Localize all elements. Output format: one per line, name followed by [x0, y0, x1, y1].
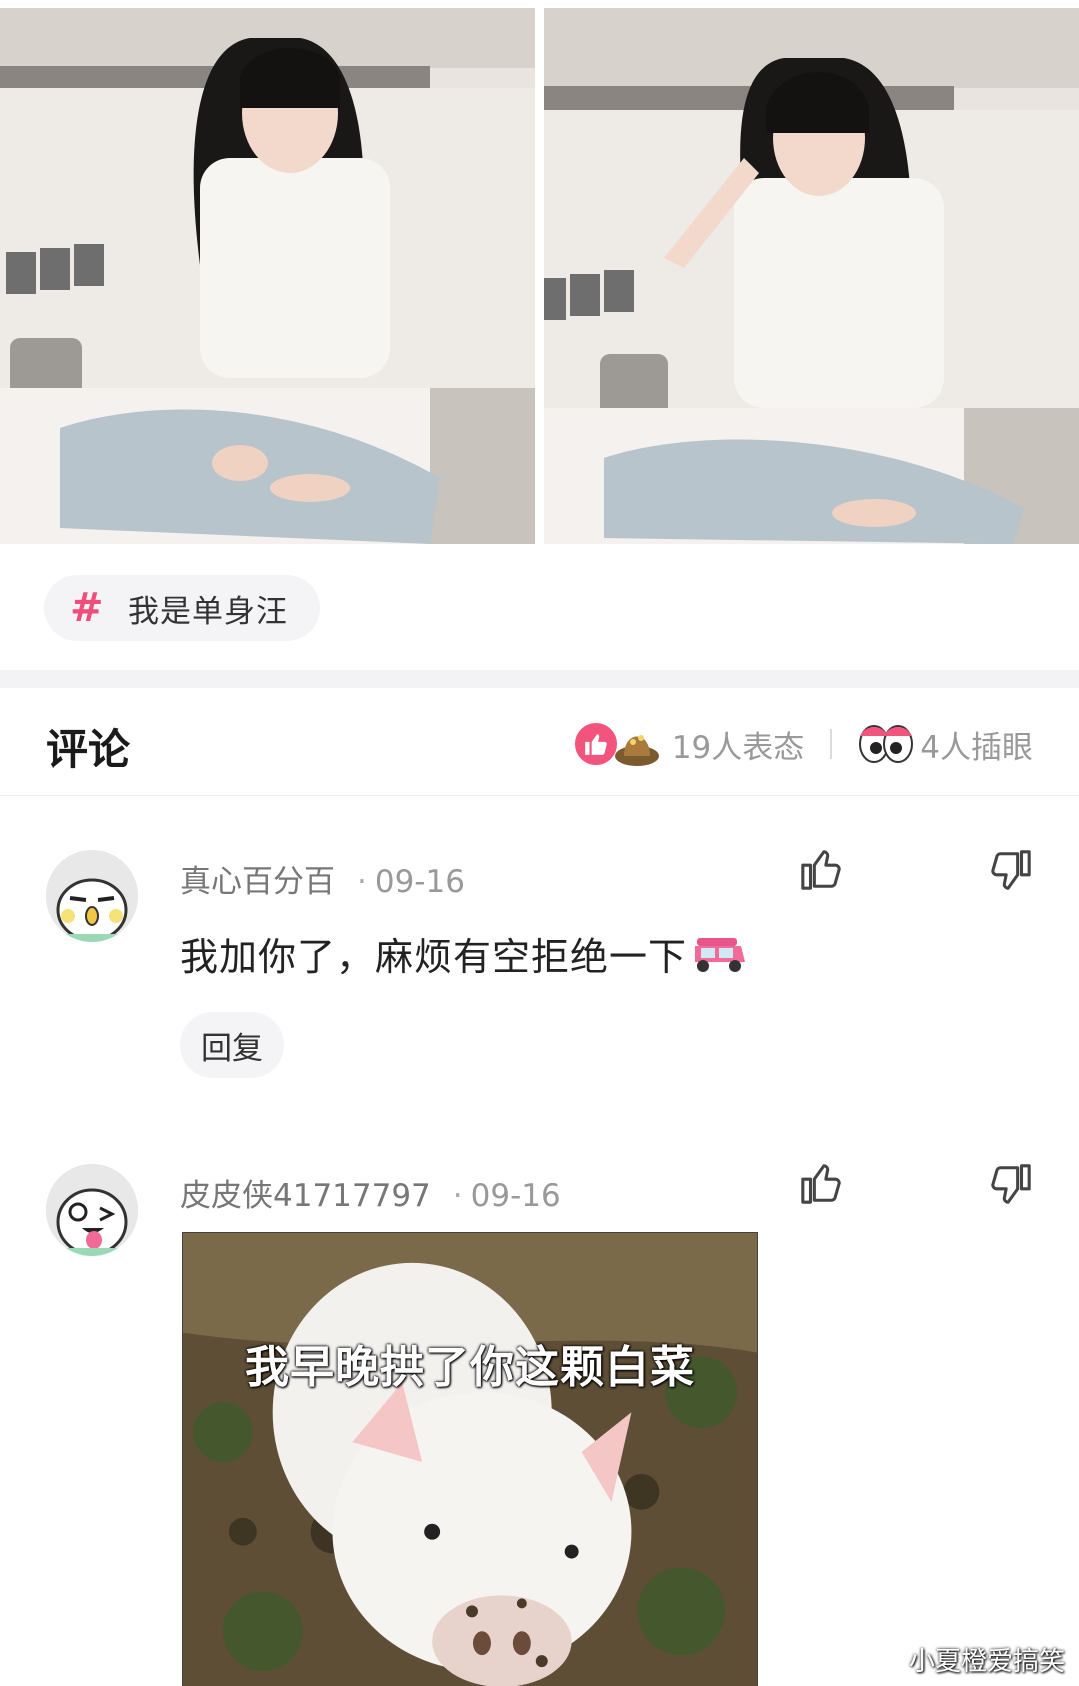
tuktuk-emoji-icon [695, 937, 746, 972]
comment-meta: 皮皮侠41717797 · 09-16 [180, 1170, 561, 1215]
photo-illustration [0, 8, 535, 544]
comment-sticker-image[interactable]: 我早晚拱了你这颗白菜 [182, 1232, 758, 1686]
comments-header: 评论 19人表态 4人插眼 [0, 688, 1079, 796]
comment-date: 09-16 [470, 1178, 561, 1214]
reaction-count: 19人表态 [671, 729, 805, 766]
comment-item: 皮皮侠41717797 · 09-16 我早晚拱了你这颗白菜 [0, 1160, 1079, 1686]
avatar[interactable] [46, 1164, 138, 1256]
pig-reaction-icon [612, 718, 662, 768]
dislike-icon[interactable] [987, 1162, 1033, 1208]
hashtag-icon: # [70, 585, 104, 631]
avatar-illustration [46, 850, 138, 942]
reply-button[interactable]: 回复 [180, 1012, 284, 1078]
comment-body: 我加你了，麻烦有空拒绝一下 [180, 935, 688, 979]
comment-text: 我加你了，麻烦有空拒绝一下 [180, 926, 747, 981]
comment-username[interactable]: 皮皮侠41717797 [180, 1178, 431, 1214]
avatar-illustration [46, 1164, 138, 1256]
comment-meta: 真心百分百 · 09-16 [180, 856, 465, 901]
dislike-icon[interactable] [987, 848, 1033, 894]
watermark: 小夏橙爱搞笑 [908, 1647, 1065, 1677]
post-photo-1[interactable] [0, 8, 535, 544]
like-icon[interactable] [799, 846, 845, 892]
reactions-summary[interactable]: 19人表态 4人插眼 [571, 718, 1033, 770]
topic-tag[interactable]: # 我是单身汪 [44, 575, 320, 641]
comment-item: 真心百分百 · 09-16 我加你了，麻烦有空拒绝一下 回复 [0, 846, 1079, 1106]
comments-title: 评论 [46, 725, 131, 774]
sticker-caption: 我早晚拱了你这颗白菜 [245, 1342, 695, 1393]
meta-dot: · [357, 864, 367, 900]
photo-illustration [544, 8, 1079, 544]
eyes-icon [859, 725, 914, 763]
header-divider [830, 729, 833, 759]
post-photo-2[interactable] [544, 8, 1079, 544]
reaction-icons [571, 718, 664, 770]
peek-count: 4人插眼 [920, 729, 1033, 766]
avatar[interactable] [46, 850, 138, 942]
comment-username[interactable]: 真心百分百 [180, 864, 335, 900]
post-image-grid [0, 8, 1079, 544]
topic-label: 我是单身汪 [128, 593, 288, 630]
comment-date: 09-16 [374, 864, 465, 900]
section-divider [0, 670, 1079, 688]
pig-sticker-illustration [183, 1233, 757, 1686]
meta-dot: · [452, 1178, 463, 1214]
like-icon[interactable] [799, 1160, 845, 1206]
